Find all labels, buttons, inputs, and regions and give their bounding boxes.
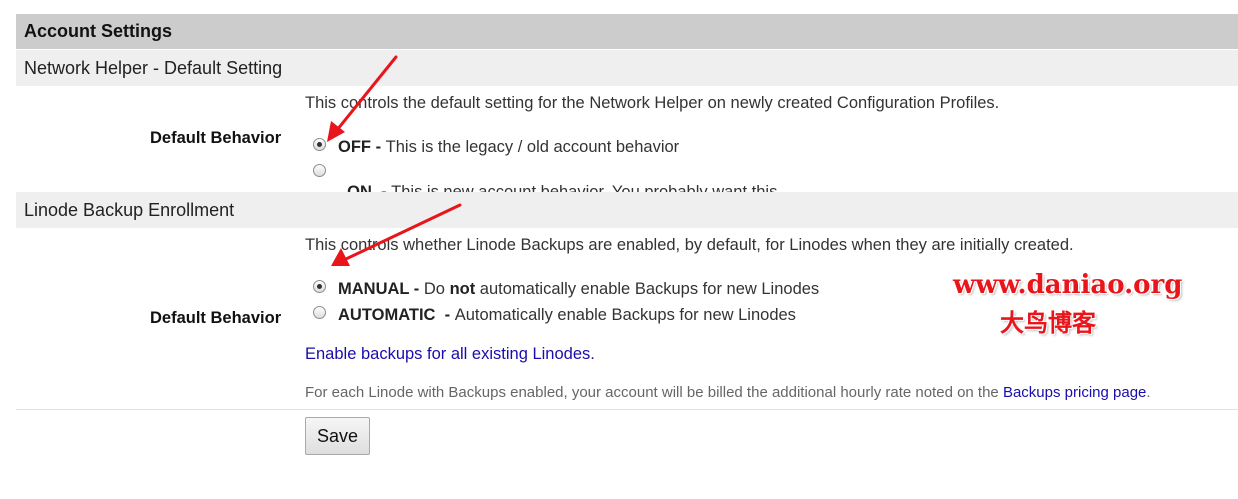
arrow-backup-enrollment — [331, 203, 462, 266]
annotation-arrows — [327, 55, 462, 266]
arrow-network-helper — [327, 55, 398, 142]
